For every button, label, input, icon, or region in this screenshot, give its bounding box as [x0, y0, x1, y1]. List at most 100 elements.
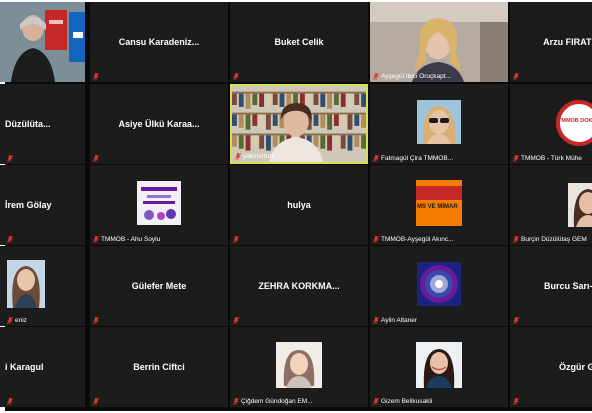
muted-mic-icon — [93, 398, 99, 405]
muted-mic-icon — [93, 73, 99, 80]
participant-tile[interactable]: İrem Gölay — [0, 165, 85, 245]
participant-caption: eniz — [7, 317, 27, 324]
participant-tile[interactable]: Fatmagül Çira TMMOB... — [370, 84, 508, 164]
muted-mic-icon — [513, 317, 519, 324]
participant-tile[interactable]: MS VE MİMAR TMMOB-Ayşegül Akınc... — [370, 165, 508, 245]
participant-tile[interactable]: eniz — [0, 246, 85, 326]
muted-mic-icon — [233, 236, 239, 243]
participant-name: Cansu Karadeniz... — [118, 37, 200, 47]
participant-caption — [233, 317, 239, 324]
participant-name: Özgür Gö — [559, 362, 592, 372]
participant-name: hulya — [287, 200, 311, 210]
orange-logo-text: MS VE MİMAR — [417, 203, 458, 210]
participant-tile[interactable]: Arzu FIRAT E — [510, 2, 592, 82]
participant-caption: Fatmagül Çira TMMOB... — [373, 155, 453, 162]
muted-mic-icon — [233, 317, 239, 324]
participant-name: Arzu FIRAT E — [543, 37, 592, 47]
muted-mic-icon — [235, 153, 241, 160]
participant-tile[interactable]: Buket Celik — [230, 2, 368, 82]
participant-video: TMMOB DOKUNM — [510, 84, 592, 164]
muted-mic-icon — [7, 236, 13, 243]
participant-caption — [513, 73, 519, 80]
participant-name: TMMOB-Ayşegül Akınc... — [381, 236, 454, 243]
participant-video — [0, 246, 85, 326]
participant-caption: Burçin Düzülütaş GEM — [513, 236, 587, 243]
participant-video — [370, 246, 508, 326]
participant-caption — [233, 236, 239, 243]
participant-tile[interactable]: yakinerturk — [230, 84, 368, 164]
participant-caption: TMMOB - Türk Mühe — [513, 155, 582, 162]
participant-caption — [93, 155, 99, 162]
participant-video — [230, 327, 368, 407]
participant-tile[interactable]: ZEHRA KORKMA... — [230, 246, 368, 326]
muted-mic-icon — [513, 398, 519, 405]
participant-tile[interactable]: Düzülüta... — [0, 84, 85, 164]
muted-mic-icon — [7, 398, 13, 405]
participant-tile[interactable]: Cansu Karadeniz... — [90, 2, 228, 82]
participant-caption: Aylin Altaner — [373, 317, 417, 324]
participant-tile[interactable]: Ayşegül Ibici Oruçkapt... — [370, 2, 508, 82]
muted-mic-icon — [93, 317, 99, 324]
participant-caption: Ayşegül Ibici Oruçkapt... — [373, 73, 451, 80]
participant-tile[interactable]: Çiğdem Gündoğan EM... — [230, 327, 368, 407]
participant-name: Asiye Ülkü Karaa... — [118, 119, 200, 129]
participant-video — [510, 165, 592, 245]
participant-tile[interactable]: TMMOB DOKUNM TMMOB - Türk Mühe — [510, 84, 592, 164]
participant-caption — [7, 236, 13, 243]
participant-tile[interactable]: Asiye Ülkü Karaa... — [90, 84, 228, 164]
participant-caption — [233, 73, 239, 80]
participant-tile[interactable]: Burcu Sarı-M — [510, 246, 592, 326]
participant-video — [0, 2, 85, 82]
participant-caption: Çiğdem Gündoğan EM... — [233, 398, 313, 405]
participant-tile[interactable] — [0, 2, 85, 82]
tmmob-logo-text: TMMOB DOKUNM — [558, 118, 592, 124]
participant-name: Gizem Belikusakli — [381, 398, 433, 405]
participant-name: TMMOB - Türk Mühe — [521, 155, 582, 162]
participant-tile[interactable]: Aylin Altaner — [370, 246, 508, 326]
participant-video — [232, 86, 366, 162]
participant-name: Buket Celik — [274, 37, 324, 47]
participant-caption — [93, 317, 99, 324]
participant-name: Gülefer Mete — [131, 281, 187, 291]
participant-tile[interactable]: Özgür Gö — [510, 327, 592, 407]
participant-name: Ayşegül Ibici Oruçkapt... — [381, 73, 451, 80]
muted-mic-icon — [7, 155, 13, 162]
muted-mic-icon — [373, 317, 379, 324]
participant-name: i Karagul — [5, 362, 44, 372]
participant-tile[interactable]: Gizem Belikusakli — [370, 327, 508, 407]
muted-mic-icon — [373, 73, 379, 80]
participant-video — [90, 165, 228, 245]
muted-mic-icon — [373, 155, 379, 162]
muted-mic-icon — [513, 155, 519, 162]
participant-tile[interactable]: i Karagul — [0, 327, 85, 407]
participant-name: Aylin Altaner — [381, 317, 418, 324]
participant-caption: TMMOB-Ayşegül Akınc... — [373, 236, 453, 243]
participant-video: MS VE MİMAR — [370, 165, 508, 245]
participant-tile[interactable]: Berrin Ciftci — [90, 327, 228, 407]
muted-mic-icon — [233, 73, 239, 80]
muted-mic-icon — [7, 317, 13, 324]
participant-name: Fatmagül Çira TMMOB... — [381, 155, 454, 162]
participant-caption: Gizem Belikusakli — [373, 398, 432, 405]
participant-name: eniz — [15, 317, 27, 324]
participant-name: İrem Gölay — [5, 200, 52, 210]
muted-mic-icon — [93, 236, 99, 243]
participant-name: Düzülüta... — [5, 119, 51, 129]
participant-caption — [7, 398, 13, 405]
participant-name: TMMOB - Ahu Soylu — [101, 236, 161, 243]
participant-caption — [7, 155, 13, 162]
participant-video — [370, 2, 508, 82]
participant-caption — [513, 398, 519, 405]
muted-mic-icon — [513, 73, 519, 80]
muted-mic-icon — [93, 155, 99, 162]
participant-tile[interactable]: Gülefer Mete — [90, 246, 228, 326]
muted-mic-icon — [373, 236, 379, 243]
participant-name: Çiğdem Gündoğan EM... — [241, 398, 313, 405]
participant-caption: TMMOB - Ahu Soylu — [93, 236, 160, 243]
participant-tile[interactable]: Burçin Düzülütaş GEM — [510, 165, 592, 245]
participant-tile[interactable]: hulya — [230, 165, 368, 245]
participant-video — [370, 327, 508, 407]
participant-tile[interactable]: TMMOB - Ahu Soylu — [90, 165, 228, 245]
participant-grid: Cansu Karadeniz... Buket Celik Ayşegül Ibi… — [0, 2, 592, 411]
participant-name: yakinerturk — [243, 153, 275, 160]
